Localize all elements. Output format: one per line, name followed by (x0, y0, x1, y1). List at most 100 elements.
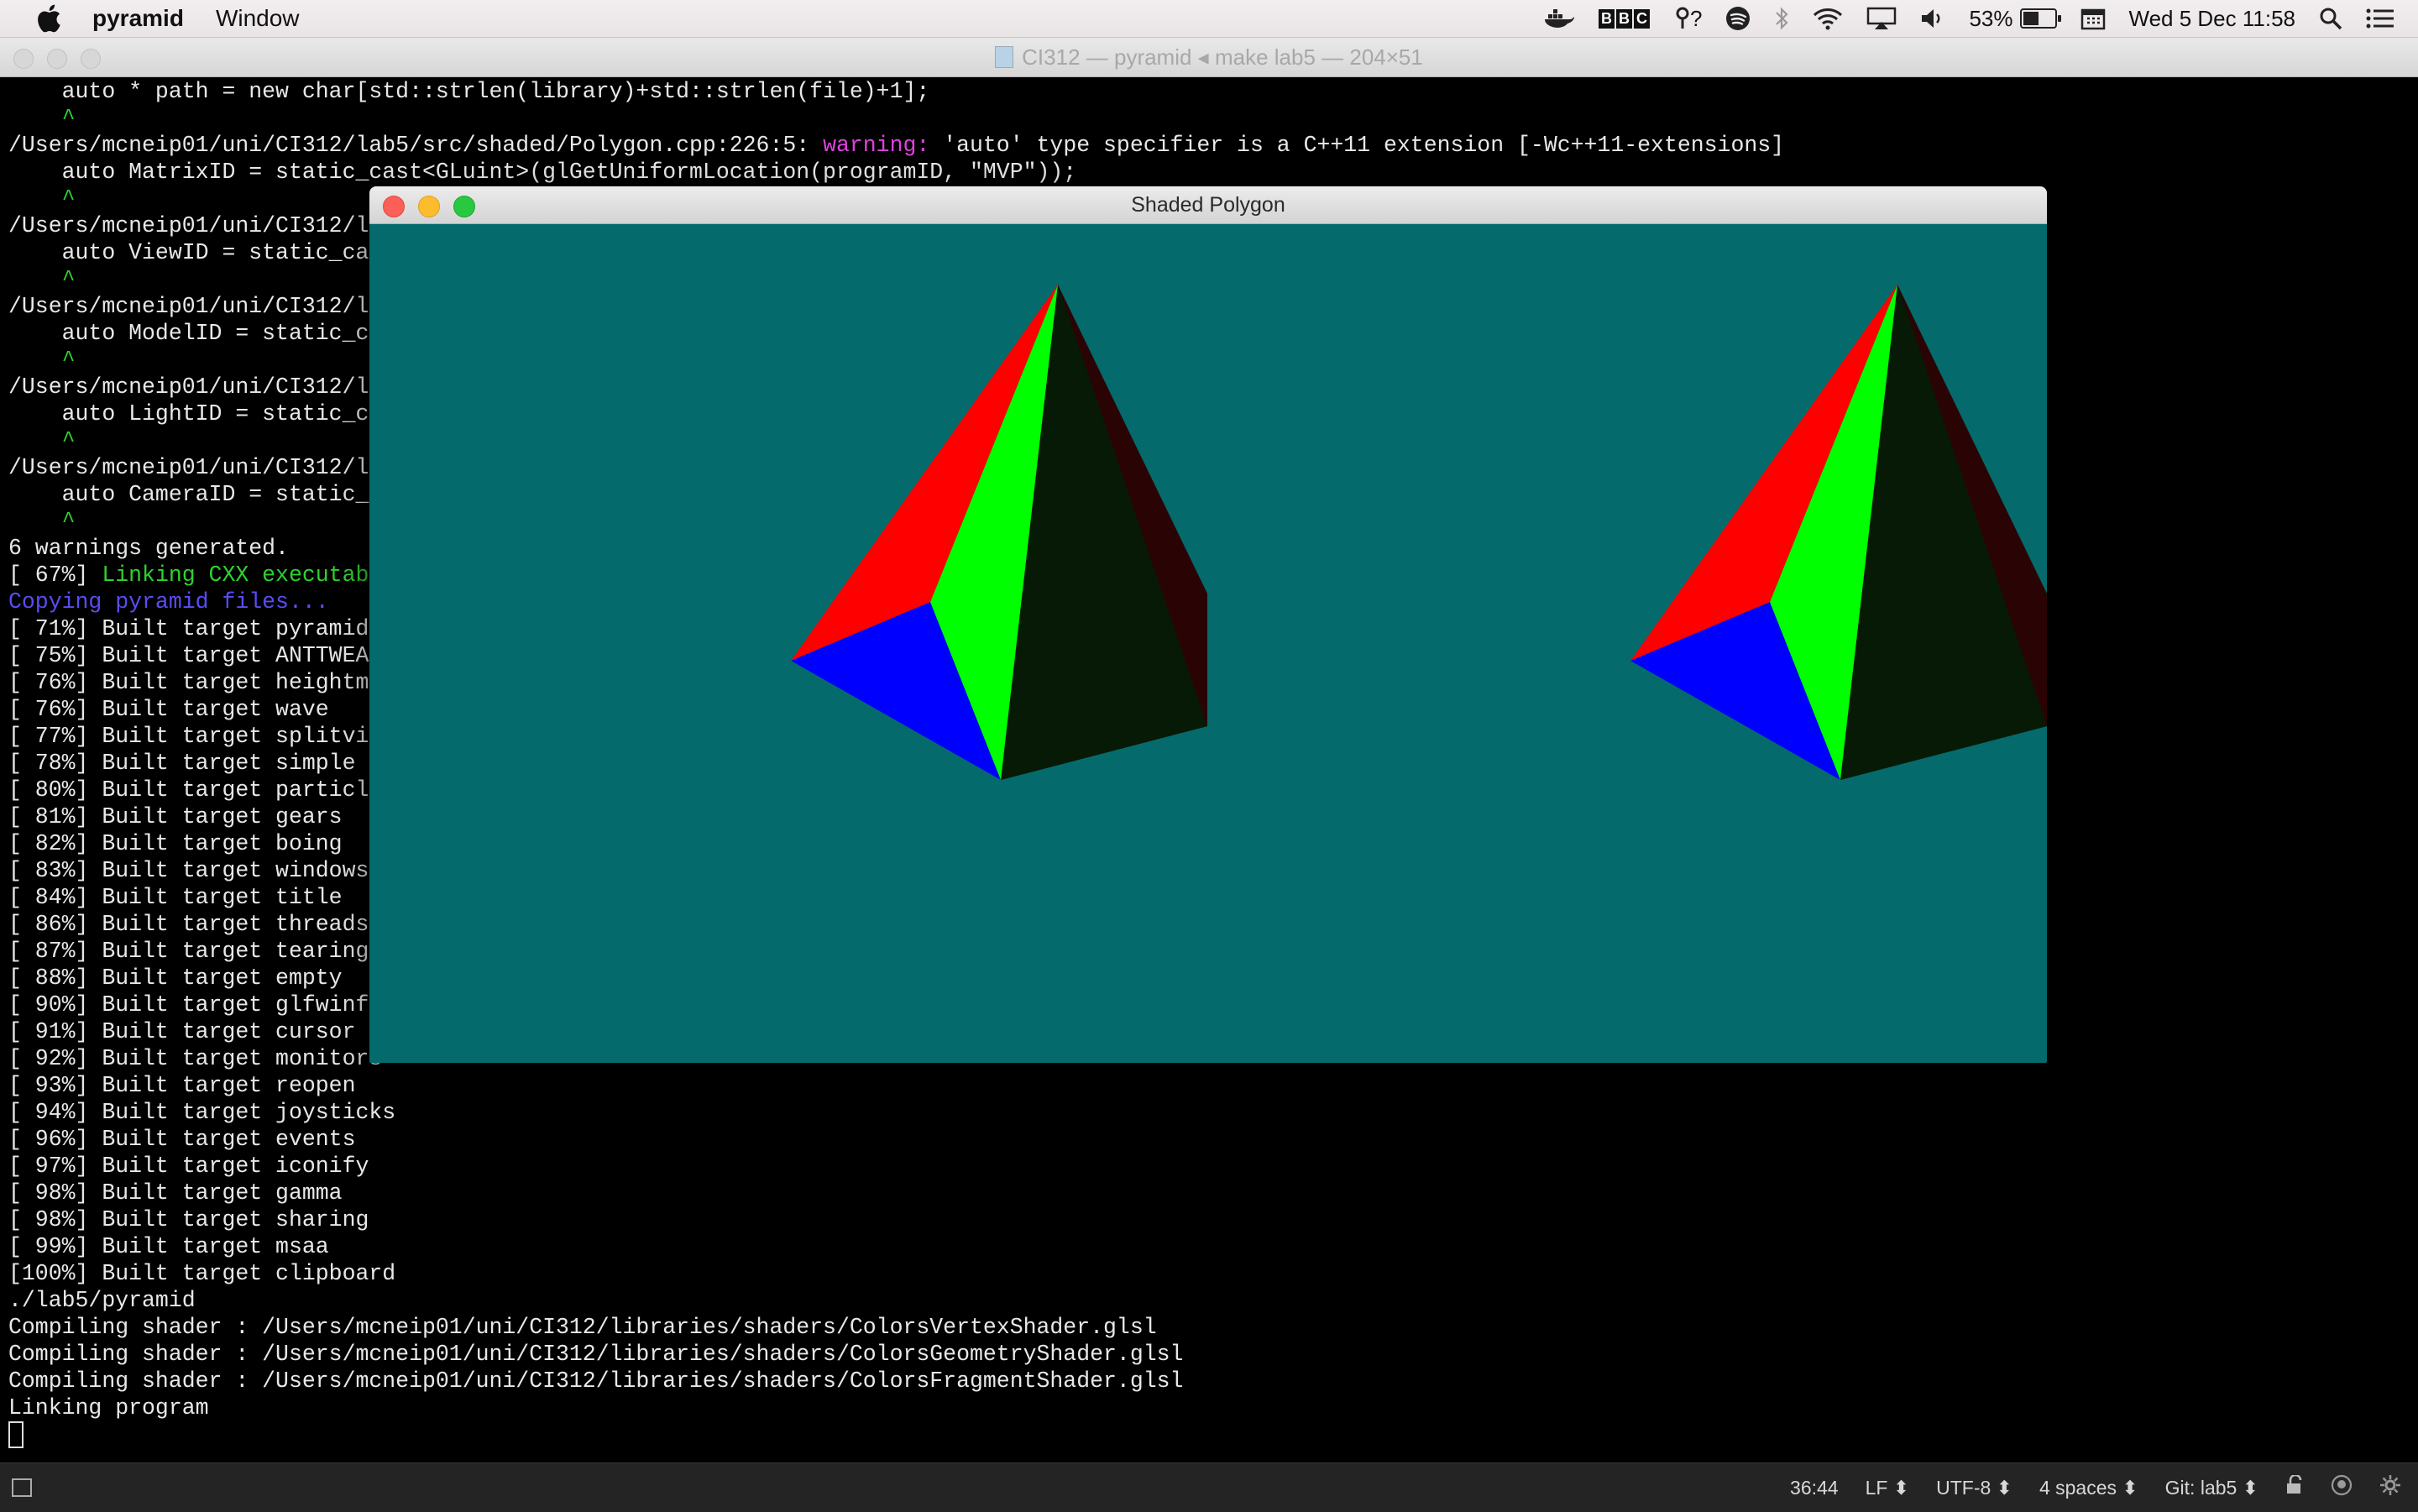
terminal-text: /Users/mcneip01/uni/CI312/lab5/ (8, 294, 422, 319)
terminal-text: [ 98%] Built target sharing (8, 1207, 369, 1232)
settings-gear-icon[interactable] (2379, 1474, 2401, 1501)
close-button[interactable] (383, 196, 405, 217)
terminal-text: [ 88%] Built target empty (8, 965, 343, 991)
terminal-text: auto LightID = static_cast< (8, 401, 422, 426)
minimize-button[interactable] (47, 49, 67, 69)
terminal-text: [ 90%] Built target glfwinfo (8, 992, 383, 1018)
terminal-text: ^ (8, 509, 76, 534)
pyramid-right (1630, 285, 2047, 780)
terminal-text: Compiling shader : /Users/mcneip01/uni/C… (8, 1368, 1184, 1394)
terminal-text: auto ModelID = static_cast< (8, 321, 422, 346)
terminal-text: [ 67%] (8, 562, 102, 588)
line-ending-select[interactable]: LF ⬍ (1866, 1477, 1910, 1499)
terminal-text: [ 76%] Built target wave (8, 697, 329, 722)
airplay-icon[interactable] (1866, 7, 1897, 30)
terminal-titlebar[interactable]: CI312 — pyramid ◂ make lab5 — 204×51 (0, 38, 2418, 77)
wifi-icon[interactable] (1813, 7, 1843, 30)
menu-app-name[interactable]: pyramid (92, 5, 184, 32)
terminal-line: Compiling shader : /Users/mcneip01/uni/C… (8, 1341, 2418, 1368)
terminal-text: [ 96%] Built target events (8, 1127, 356, 1152)
terminal-line: Compiling shader : /Users/mcneip01/uni/C… (8, 1368, 2418, 1394)
battery-percent: 53% (1969, 5, 2013, 31)
panel-toggle-icon[interactable] (12, 1478, 32, 1497)
git-branch-select[interactable]: Git: lab5 ⬍ (2165, 1477, 2258, 1499)
battery-status[interactable]: 53% (1969, 5, 2061, 32)
lock-icon[interactable] (2285, 1473, 2304, 1500)
terminal-text: ./lab5/pyramid (8, 1288, 196, 1313)
terminal-text: [ 93%] Built target reopen (8, 1073, 356, 1098)
help-text: ? (1689, 5, 1703, 31)
gl-window-controls (383, 196, 489, 217)
calendar-icon[interactable] (2080, 7, 2106, 30)
volume-icon[interactable] (1920, 7, 1945, 30)
status-bar: 36:44 LF ⬍ UTF-8 ⬍ 4 spaces ⬍ Git: lab5 … (0, 1462, 2418, 1512)
status-menu-area: BBC ? 53% Wed 5 Dec 11:58 (1543, 0, 2418, 37)
terminal-line: [ 98%] Built target sharing (8, 1206, 2418, 1233)
terminal-text: [ 77%] Built target splitview (8, 724, 396, 749)
gl-window-title: Shaded Polygon (1131, 192, 1285, 217)
zoom-button[interactable] (453, 196, 475, 217)
terminal-text: [ 71%] Built target pyramid (8, 616, 369, 641)
menu-bar: pyramid Window BBC ? 53% Wed 5 Dec 11:58 (0, 0, 2418, 38)
terminal-line: [ 98%] Built target gamma (8, 1180, 2418, 1206)
apple-logo-icon[interactable] (34, 4, 64, 33)
battery-icon (2019, 8, 2061, 29)
terminal-text: Linking program (8, 1395, 209, 1420)
terminal-line: [100%] Built target clipboard (8, 1260, 2418, 1287)
menu-window[interactable]: Window (216, 5, 300, 32)
menu-clock[interactable]: Wed 5 Dec 11:58 (2129, 6, 2296, 32)
terminal-text: [ 82%] Built target boing (8, 831, 343, 856)
terminal-text: [ 86%] Built target threads (8, 912, 369, 937)
docker-icon[interactable] (1543, 8, 1575, 29)
gl-render-canvas[interactable] (369, 224, 2047, 1063)
notification-center-icon[interactable] (2366, 8, 2394, 29)
shaded-polygon-window: Shaded Polygon (369, 186, 2047, 1063)
bbc-icon[interactable]: BBC (1598, 8, 1651, 29)
zoom-button[interactable] (81, 49, 101, 69)
terminal-text: [ 76%] Built target heightmap (8, 670, 396, 695)
spotify-icon[interactable] (1725, 6, 1751, 31)
terminal-prompt-line (8, 1421, 2418, 1448)
cursor-position[interactable]: 36:44 (1790, 1477, 1839, 1499)
terminal-text: /Users/mcneip01/uni/CI312/lab5/ (8, 374, 422, 400)
help-key-icon[interactable]: ? (1675, 6, 1702, 32)
pyramid-left (791, 285, 1207, 780)
terminal-line: ./lab5/pyramid (8, 1287, 2418, 1314)
terminal-text: ^ (8, 348, 76, 373)
terminal-text: Compiling shader : /Users/mcneip01/uni/C… (8, 1315, 1157, 1340)
terminal-text: [ 80%] Built target particles (8, 777, 396, 803)
bluetooth-icon[interactable] (1774, 6, 1789, 31)
terminal-text: [ 81%] Built target gears (8, 804, 343, 829)
terminal-cursor (8, 1421, 24, 1448)
indent-select[interactable]: 4 spaces ⬍ (2039, 1477, 2138, 1499)
terminal-text: ^ (8, 106, 76, 131)
terminal-text: [ 92%] Built target monitors (8, 1046, 383, 1071)
terminal-line: [ 93%] Built target reopen (8, 1072, 2418, 1099)
spotlight-search-icon[interactable] (2319, 7, 2342, 30)
terminal-text: auto MatrixID = static_cast<GLuint>(glGe… (8, 160, 1077, 185)
terminal-line: [ 96%] Built target events (8, 1126, 2418, 1153)
encoding-select[interactable]: UTF-8 ⬍ (1936, 1477, 2012, 1499)
terminal-text: [ 78%] Built target simple (8, 751, 356, 776)
terminal-text: [ 91%] Built target cursor (8, 1019, 356, 1044)
terminal-line: [ 99%] Built target msaa (8, 1233, 2418, 1260)
terminal-window-controls (13, 49, 114, 69)
terminal-text: /Users/mcneip01/uni/CI312/lab5/ (8, 455, 422, 480)
minimize-button[interactable] (418, 196, 440, 217)
terminal-line: [ 97%] Built target iconify (8, 1153, 2418, 1180)
folder-proxy-icon[interactable] (995, 46, 1014, 68)
terminal-text: [100%] Built target clipboard (8, 1261, 396, 1286)
terminal-line: Compiling shader : /Users/mcneip01/uni/C… (8, 1314, 2418, 1341)
terminal-text: warning: (823, 133, 930, 158)
close-button[interactable] (13, 49, 34, 69)
terminal-line: Linking program (8, 1394, 2418, 1421)
gl-window-titlebar[interactable]: Shaded Polygon (369, 186, 2047, 224)
terminal-line: ^ (8, 105, 2418, 132)
terminal-text: [ 83%] Built target windows (8, 858, 369, 883)
terminal-text: 6 warnings generated. (8, 536, 289, 561)
terminal-text: ^ (8, 428, 76, 453)
github-icon[interactable] (2331, 1474, 2353, 1501)
terminal-text: [ 99%] Built target msaa (8, 1234, 329, 1259)
terminal-text: [ 87%] Built target tearing (8, 939, 369, 964)
terminal-text: Compiling shader : /Users/mcneip01/uni/C… (8, 1342, 1184, 1367)
